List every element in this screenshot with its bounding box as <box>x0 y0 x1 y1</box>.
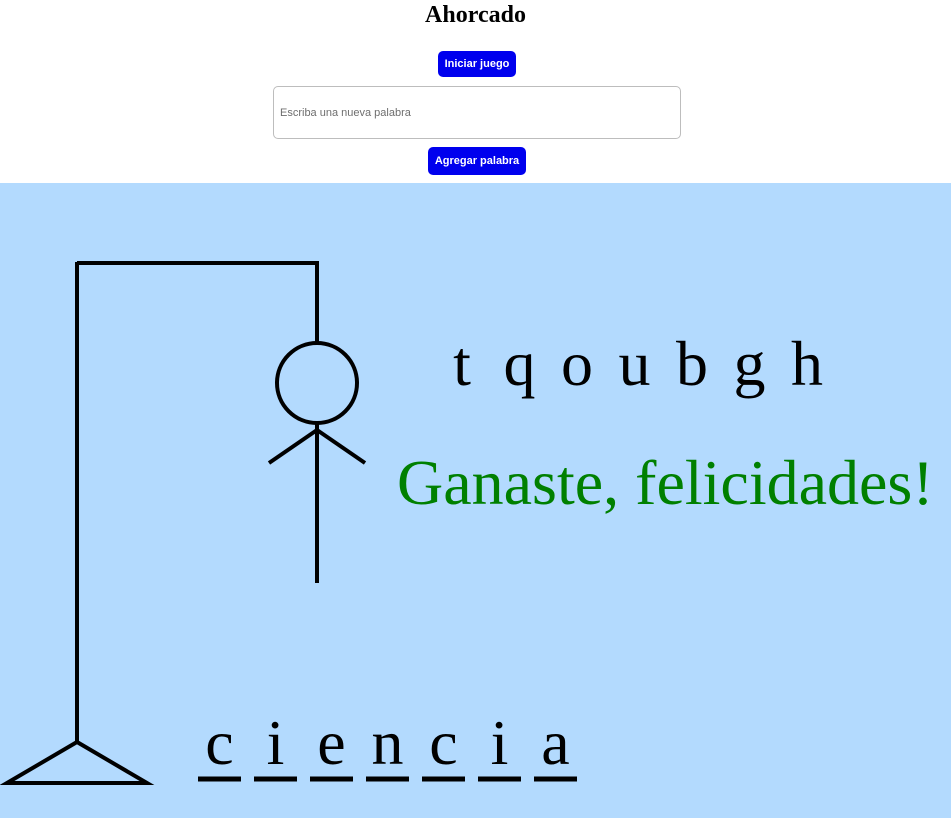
add-word-button[interactable]: Agregar palabra <box>428 147 526 175</box>
header: Ahorcado Iniciar juego Agregar palabra <box>0 0 951 183</box>
wrong-letter: o <box>561 328 593 399</box>
new-word-input[interactable] <box>273 86 681 139</box>
word-letter: c <box>429 707 457 778</box>
word-letter: n <box>372 707 404 778</box>
wrong-letter: g <box>734 328 766 399</box>
start-game-button[interactable]: Iniciar juego <box>438 51 516 77</box>
wrong-letter: b <box>676 328 708 399</box>
wrong-letter: q <box>504 328 536 399</box>
wrong-letter: u <box>619 328 651 399</box>
wrong-letter: t <box>453 328 471 399</box>
game-canvas: tqoubgh Ganaste, felicidades! ciencia <box>0 183 951 818</box>
result-message: Ganaste, felicidades! <box>397 447 934 518</box>
word-letter: i <box>491 707 509 778</box>
word-letter: c <box>205 707 233 778</box>
game-board: tqoubgh Ganaste, felicidades! ciencia <box>0 183 951 818</box>
page-title: Ahorcado <box>425 2 526 28</box>
word-letter: a <box>541 707 569 778</box>
word-letter: e <box>317 707 345 778</box>
wrong-letter: h <box>791 328 823 399</box>
word-letter: i <box>267 707 285 778</box>
